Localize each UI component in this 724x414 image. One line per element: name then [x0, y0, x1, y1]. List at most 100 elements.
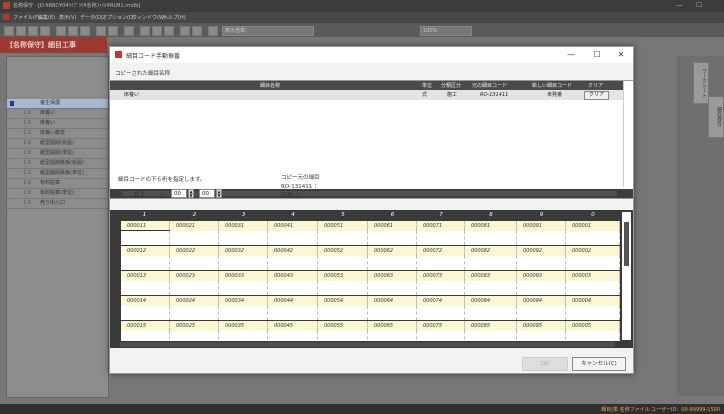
- grid-cell[interactable]: 000074: [417, 296, 465, 306]
- code-part1-input[interactable]: 00: [171, 189, 187, 198]
- tool-print-icon[interactable]: [164, 26, 174, 36]
- dialog-minimize-button[interactable]: —: [565, 50, 577, 59]
- tool-play-icon[interactable]: [140, 26, 150, 36]
- grid-cell-blank[interactable]: [517, 306, 566, 320]
- grid-cell[interactable]: 000044: [268, 296, 318, 306]
- tool-filter-icon[interactable]: [192, 26, 202, 36]
- grid-cell[interactable]: 000043: [268, 271, 318, 281]
- tool-save-icon[interactable]: [40, 26, 50, 36]
- grid-cell[interactable]: 000064: [368, 296, 417, 306]
- grid-cell-blank[interactable]: [517, 281, 566, 295]
- grid-cell[interactable]: 000072: [417, 246, 465, 256]
- list-item[interactable]: 1.0 床養い: [7, 119, 108, 129]
- grid-cell-blank[interactable]: [219, 231, 268, 245]
- grid-cell-blank[interactable]: [417, 306, 465, 320]
- menu-edit[interactable]: 編集(E): [38, 14, 55, 21]
- list-item[interactable]: 1.0 紙型掘削鉄板(仮設): [7, 159, 108, 169]
- grid-cell-blank[interactable]: [566, 256, 620, 270]
- list-item[interactable]: 1.0 紙型掘削(仮設): [7, 139, 108, 149]
- menu-options[interactable]: オプション(O): [102, 14, 135, 21]
- menu-file[interactable]: ファイル(F): [13, 14, 40, 21]
- grid-cell[interactable]: 000035: [219, 321, 268, 331]
- grid-cell-blank[interactable]: [465, 306, 517, 320]
- tool-settings-icon[interactable]: [180, 26, 190, 36]
- grid-cell[interactable]: 000053: [318, 271, 368, 281]
- grid-cell[interactable]: 000095: [517, 321, 566, 331]
- grid-cell[interactable]: 000054: [318, 296, 368, 306]
- grid-cell[interactable]: 000024: [170, 296, 219, 306]
- tab-worksheet[interactable]: ワークシート: [693, 62, 709, 104]
- grid-cell-blank[interactable]: [517, 256, 566, 270]
- grid-cell-blank[interactable]: [268, 231, 318, 245]
- menu-data[interactable]: データ(D): [80, 14, 103, 21]
- grid-cell[interactable]: 000033: [219, 271, 268, 281]
- grid-cell-blank[interactable]: [465, 281, 517, 295]
- grid-cell-blank[interactable]: [219, 281, 268, 295]
- dialog-close-button[interactable]: ✕: [615, 50, 627, 59]
- tool-paste-icon[interactable]: [80, 26, 90, 36]
- grid-cell[interactable]: 000015: [121, 321, 170, 331]
- grid-cell-blank[interactable]: [566, 306, 620, 320]
- grid-cell-blank[interactable]: [368, 306, 417, 320]
- grid-cell[interactable]: 000011: [121, 221, 170, 231]
- grid-cell[interactable]: 000025: [170, 321, 219, 331]
- cancel-button[interactable]: キャンセル(C): [572, 357, 626, 371]
- menu-window[interactable]: ウィンドウ(W): [132, 14, 166, 21]
- grid-cell-blank[interactable]: [368, 231, 417, 245]
- grid-cell-blank[interactable]: [268, 256, 318, 270]
- grid-cell[interactable]: 000093: [517, 271, 566, 281]
- grid-cell-blank[interactable]: [465, 231, 517, 245]
- grid-cell-blank[interactable]: [318, 306, 368, 320]
- grid-cell-blank[interactable]: [268, 306, 318, 320]
- grid-cell[interactable]: 000031: [219, 221, 268, 231]
- grid-cell[interactable]: 000075: [417, 321, 465, 331]
- clear-button[interactable]: クリア: [584, 91, 610, 100]
- grid-cell[interactable]: 000062: [368, 246, 417, 256]
- grid-cell[interactable]: 000023: [170, 271, 219, 281]
- grid-cell[interactable]: 000071: [417, 221, 465, 231]
- grid-cell-blank[interactable]: [566, 231, 620, 245]
- grid-cell[interactable]: 000085: [465, 321, 517, 331]
- grid-cell[interactable]: 000091: [517, 221, 566, 231]
- grid-cell[interactable]: 000042: [268, 246, 318, 256]
- code-part2-input[interactable]: 00: [199, 189, 215, 198]
- grid-cell[interactable]: 000083: [465, 271, 517, 281]
- grid-cell-blank[interactable]: [121, 306, 170, 320]
- grid-cell[interactable]: 000094: [517, 296, 566, 306]
- grid-cell[interactable]: 000045: [268, 321, 318, 331]
- grid-cell[interactable]: 000034: [219, 296, 268, 306]
- tool-first-icon[interactable]: [4, 26, 14, 36]
- tool-prev-icon[interactable]: [16, 26, 26, 36]
- app-maximize-button[interactable]: ☐: [696, 1, 702, 9]
- grid-cell-blank[interactable]: [268, 281, 318, 295]
- grid-cell[interactable]: 000022: [170, 246, 219, 256]
- grid-cell[interactable]: 000004: [566, 296, 620, 306]
- grid-cell[interactable]: 000092: [517, 246, 566, 256]
- grid-cell-blank[interactable]: [121, 256, 170, 270]
- list-item[interactable]: 養生保護: [7, 99, 108, 109]
- grid-cell-blank[interactable]: [318, 281, 368, 295]
- dialog-maximize-button[interactable]: ☐: [591, 50, 603, 59]
- table-row[interactable]: 床養い 式 施工 RO-131411 未発番 クリア: [110, 90, 623, 100]
- grid-cell-blank[interactable]: [170, 256, 219, 270]
- grid-cell[interactable]: 000003: [566, 271, 620, 281]
- grid-cell[interactable]: 000073: [417, 271, 465, 281]
- grid-hscroll[interactable]: [110, 341, 633, 348]
- list-item[interactable]: 1.0 紙型掘削鉄板(単位): [7, 169, 108, 179]
- grid-cell-blank[interactable]: [517, 231, 566, 245]
- grid-cell-blank[interactable]: [121, 281, 170, 295]
- tool-open-icon[interactable]: [28, 26, 38, 36]
- tool-copy-icon[interactable]: [68, 26, 78, 36]
- code-part1-spinner-icon[interactable]: ▲ ▼: [188, 189, 194, 198]
- menu-help[interactable]: ヘルプ(H): [163, 14, 186, 21]
- scroll-thumb[interactable]: [624, 222, 629, 266]
- grid-cell-blank[interactable]: [318, 231, 368, 245]
- app-minimize-button[interactable]: —: [676, 1, 683, 9]
- grid-cell[interactable]: 000013: [121, 271, 170, 281]
- grid-cell-blank[interactable]: [368, 281, 417, 295]
- grid-cell[interactable]: 000001: [566, 221, 620, 231]
- grid-cell[interactable]: 000005: [566, 321, 620, 331]
- code-part2-spinner-icon[interactable]: ▲ ▼: [216, 189, 222, 198]
- grid-cell-blank[interactable]: [465, 256, 517, 270]
- grid-cell[interactable]: 000084: [465, 296, 517, 306]
